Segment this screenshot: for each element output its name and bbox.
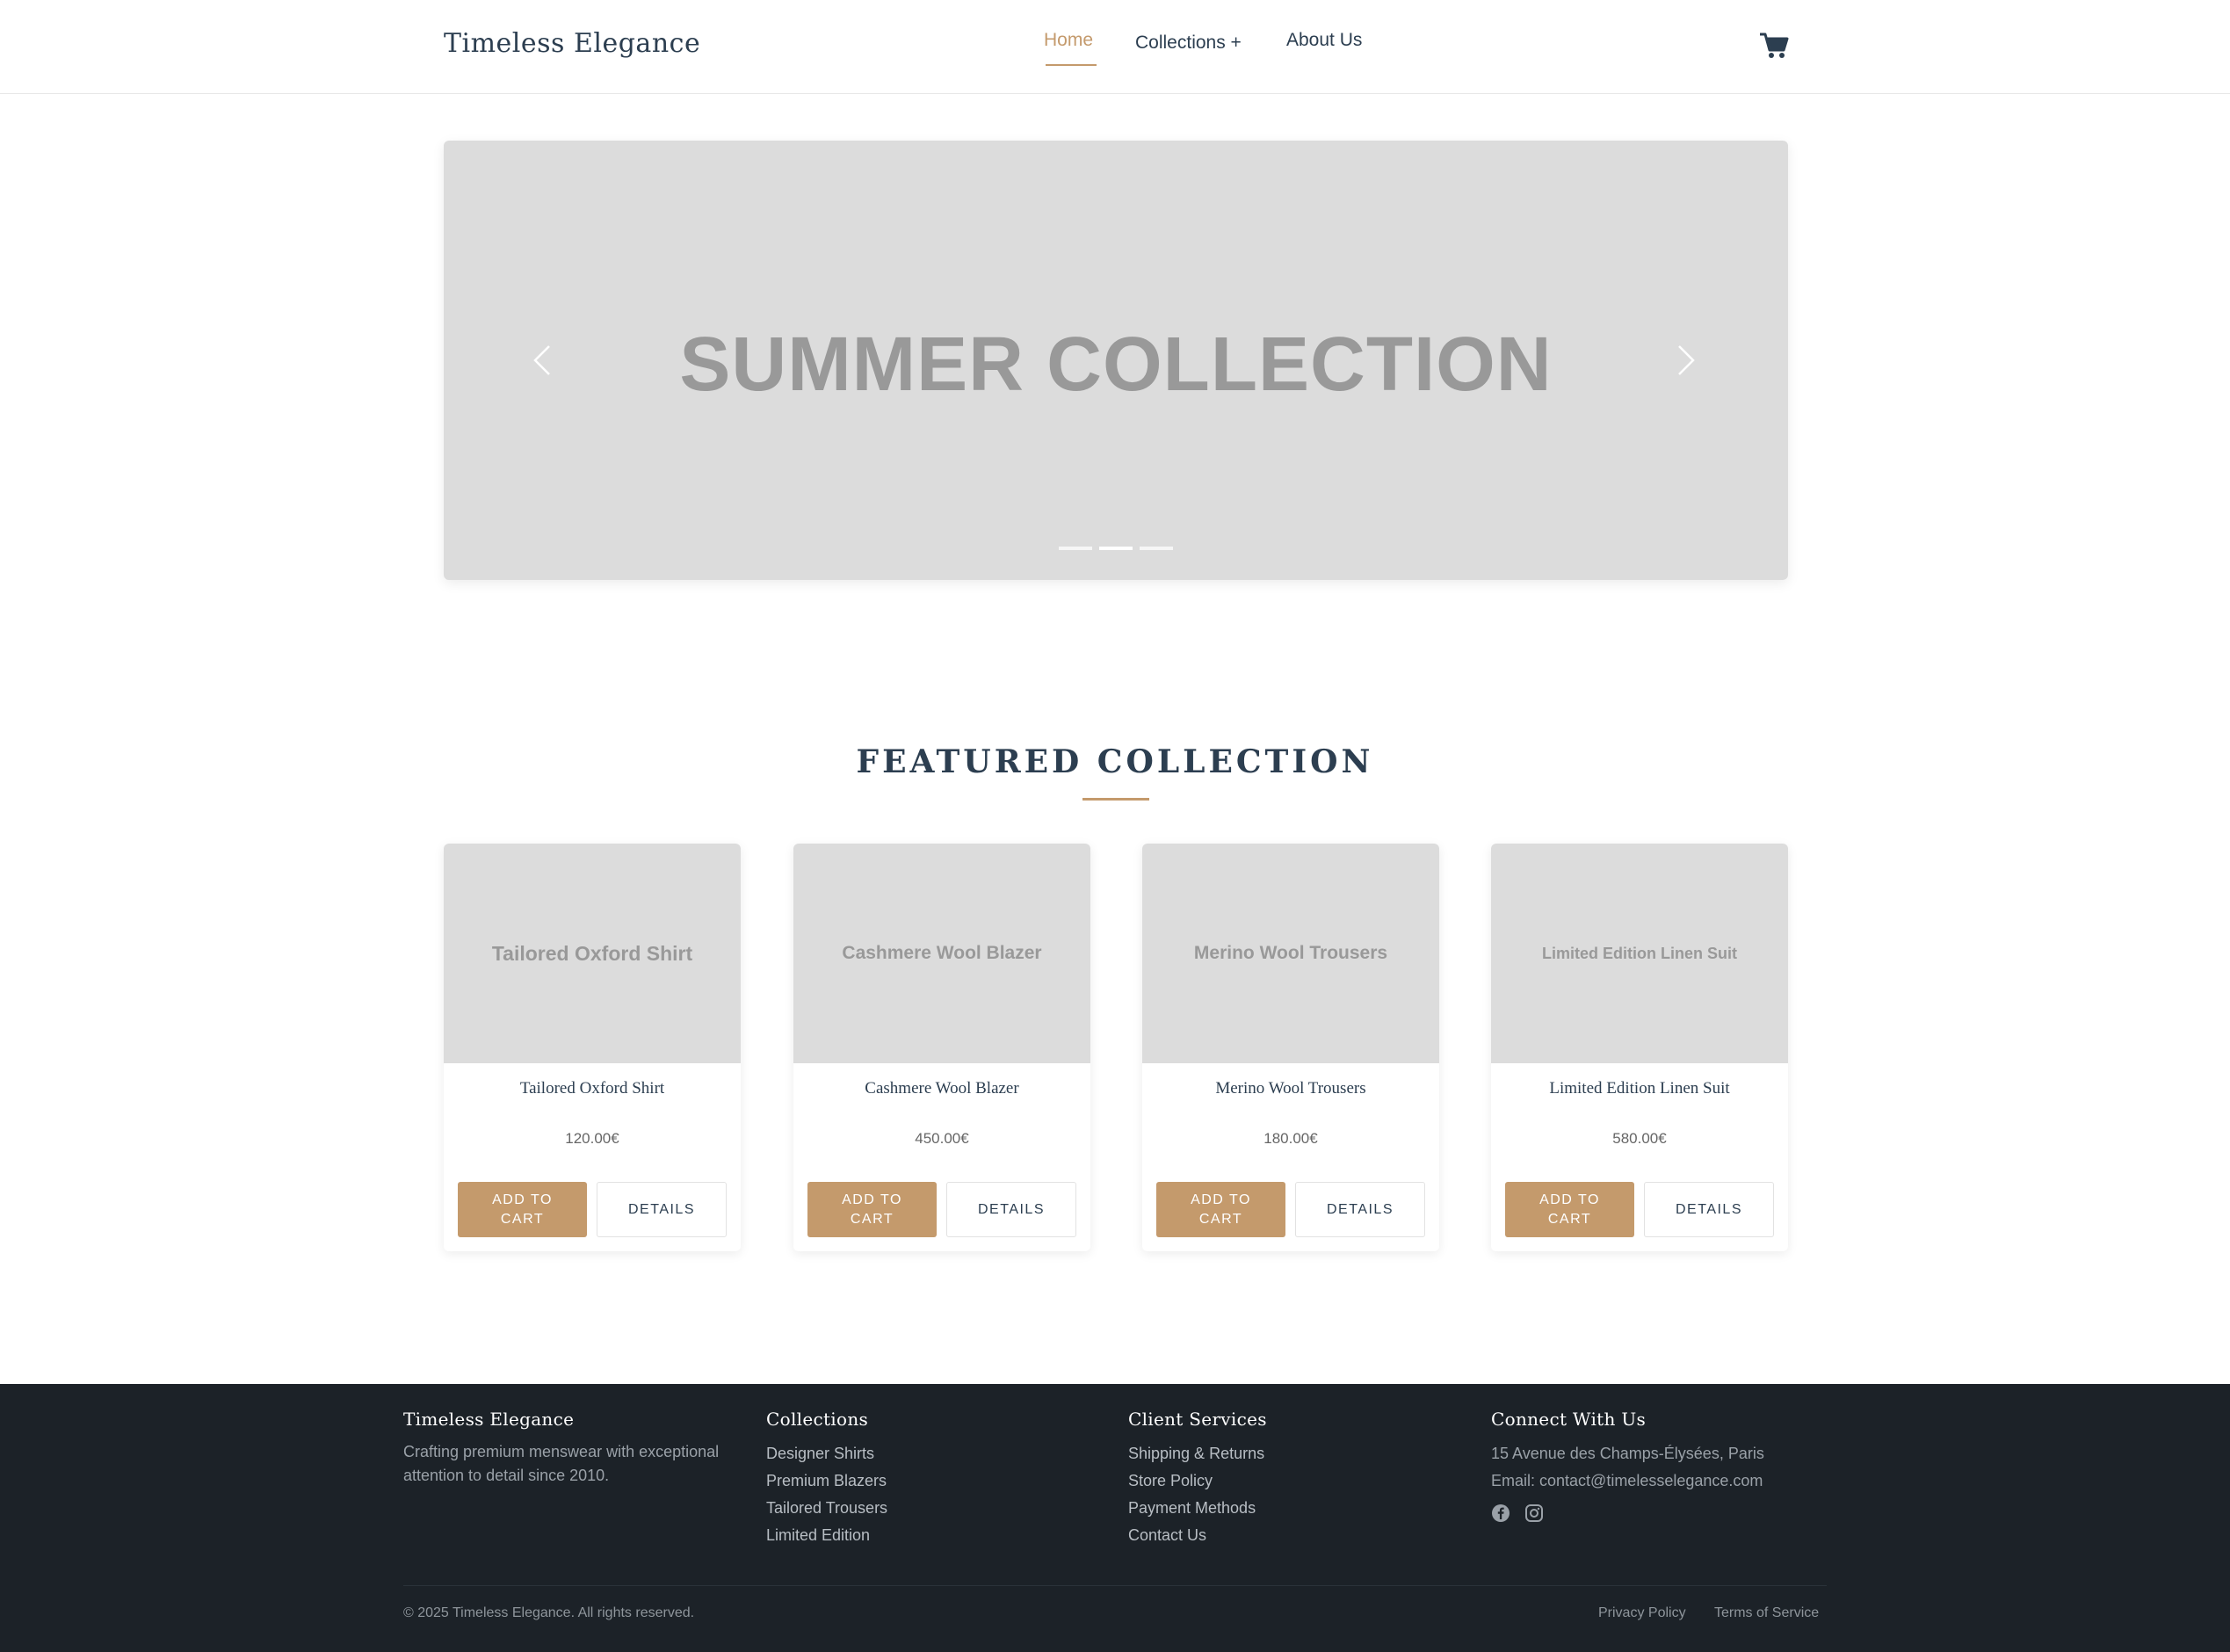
product-image[interactable]: Limited Edition Linen Suit bbox=[1491, 844, 1788, 1063]
add-to-cart-button[interactable]: ADD TO CART bbox=[458, 1182, 587, 1237]
footer-link[interactable]: Limited Edition bbox=[766, 1522, 887, 1549]
nav-about[interactable]: About Us bbox=[1286, 30, 1362, 51]
footer-email[interactable]: Email: contact@timelesselegance.com bbox=[1491, 1467, 1764, 1495]
footer-link[interactable]: Shipping & Returns bbox=[1128, 1440, 1267, 1467]
footer-services: Client Services Shipping & Returns Store… bbox=[1128, 1409, 1267, 1549]
featured-title: FEATURED COLLECTION bbox=[856, 743, 1374, 780]
nav-home[interactable]: Home bbox=[1044, 30, 1093, 51]
footer-heading: Client Services bbox=[1128, 1409, 1267, 1430]
site-footer: Timeless Elegance Crafting premium mensw… bbox=[0, 1384, 2230, 1652]
shopping-cart-icon[interactable] bbox=[1759, 32, 1789, 60]
footer-link[interactable]: Designer Shirts bbox=[766, 1440, 887, 1467]
details-button[interactable]: DETAILS bbox=[1295, 1182, 1425, 1237]
product-card: Tailored Oxford Shirt Tailored Oxford Sh… bbox=[444, 844, 741, 1251]
product-image[interactable]: Tailored Oxford Shirt bbox=[444, 844, 741, 1063]
title-underline bbox=[1082, 798, 1149, 801]
footer-heading: Timeless Elegance bbox=[403, 1409, 575, 1430]
copyright: © 2025 Timeless Elegance. All rights res… bbox=[403, 1605, 695, 1620]
product-price: 580.00€ bbox=[1612, 1130, 1667, 1147]
product-price: 450.00€ bbox=[915, 1130, 969, 1147]
social-links bbox=[1491, 1503, 1764, 1523]
product-image[interactable]: Merino Wool Trousers bbox=[1142, 844, 1439, 1063]
product-name: Cashmere Wool Blazer bbox=[865, 1079, 1019, 1098]
site-logo[interactable]: Timeless Elegance bbox=[444, 28, 700, 59]
footer-link[interactable]: Store Policy bbox=[1128, 1467, 1267, 1495]
slider-dot[interactable] bbox=[1059, 547, 1092, 550]
hero-slider: SUMMER COLLECTION bbox=[444, 141, 1788, 580]
footer-link[interactable]: Tailored Trousers bbox=[766, 1495, 887, 1522]
nav-collections[interactable]: Collections + bbox=[1135, 33, 1242, 54]
product-card: Cashmere Wool Blazer Cashmere Wool Blaze… bbox=[793, 844, 1090, 1251]
product-price: 180.00€ bbox=[1263, 1130, 1318, 1147]
details-button[interactable]: DETAILS bbox=[597, 1182, 727, 1237]
add-to-cart-button[interactable]: ADD TO CART bbox=[1156, 1182, 1285, 1237]
footer-divider bbox=[403, 1585, 1827, 1586]
chevron-left-icon[interactable] bbox=[532, 343, 553, 378]
site-header: Timeless Elegance Home Collections + Abo… bbox=[0, 0, 2230, 94]
facebook-icon[interactable] bbox=[1491, 1503, 1510, 1523]
nav-active-indicator bbox=[1046, 64, 1097, 66]
instagram-icon[interactable] bbox=[1524, 1503, 1544, 1523]
footer-collections: Collections Designer Shirts Premium Blaz… bbox=[766, 1409, 887, 1549]
product-card: Merino Wool Trousers Merino Wool Trouser… bbox=[1142, 844, 1439, 1251]
product-name: Merino Wool Trousers bbox=[1215, 1079, 1366, 1098]
footer-description: Crafting premium menswear with exception… bbox=[403, 1443, 720, 1484]
footer-connect: Connect With Us 15 Avenue des Champs-Ély… bbox=[1491, 1409, 1764, 1523]
product-price: 120.00€ bbox=[565, 1130, 619, 1147]
details-button[interactable]: DETAILS bbox=[1644, 1182, 1774, 1237]
details-button[interactable]: DETAILS bbox=[946, 1182, 1076, 1237]
footer-link[interactable]: Contact Us bbox=[1128, 1522, 1267, 1549]
product-image[interactable]: Cashmere Wool Blazer bbox=[793, 844, 1090, 1063]
add-to-cart-button[interactable]: ADD TO CART bbox=[807, 1182, 937, 1237]
add-to-cart-button[interactable]: ADD TO CART bbox=[1505, 1182, 1634, 1237]
product-name: Tailored Oxford Shirt bbox=[519, 1079, 665, 1098]
slider-indicators bbox=[1059, 547, 1173, 550]
footer-heading: Connect With Us bbox=[1491, 1409, 1647, 1430]
footer-address: 15 Avenue des Champs-Élysées, Paris bbox=[1491, 1445, 1764, 1462]
terms-of-service-link[interactable]: Terms of Service bbox=[1714, 1605, 1819, 1621]
hero-title: SUMMER COLLECTION bbox=[679, 322, 1553, 407]
footer-heading: Collections bbox=[766, 1409, 869, 1430]
chevron-right-icon[interactable] bbox=[1676, 343, 1697, 378]
footer-link[interactable]: Premium Blazers bbox=[766, 1467, 887, 1495]
product-name: Limited Edition Linen Suit bbox=[1549, 1079, 1730, 1098]
footer-brand: Timeless Elegance Crafting premium mensw… bbox=[403, 1409, 728, 1488]
privacy-policy-link[interactable]: Privacy Policy bbox=[1598, 1605, 1686, 1621]
footer-link[interactable]: Payment Methods bbox=[1128, 1495, 1267, 1522]
product-card: Limited Edition Linen Suit Limited Editi… bbox=[1491, 844, 1788, 1251]
slider-dot[interactable] bbox=[1140, 547, 1173, 550]
slider-dot-active[interactable] bbox=[1099, 547, 1133, 550]
